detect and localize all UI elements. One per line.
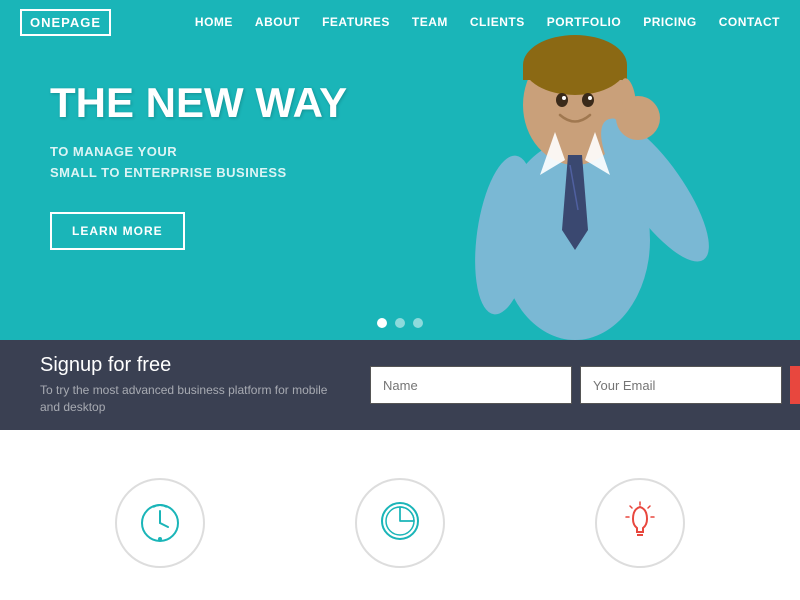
features-section [0, 430, 800, 596]
dot-1[interactable] [377, 318, 387, 328]
nav-team[interactable]: TEAM [412, 15, 448, 29]
bulb-icon [618, 499, 662, 548]
bulb-icon-circle [595, 478, 685, 568]
nav-clients[interactable]: CLIENTS [470, 15, 525, 29]
dot-3[interactable] [413, 318, 423, 328]
feature-clock [40, 478, 280, 568]
signup-button[interactable]: SIGNUP [790, 366, 800, 404]
email-input[interactable] [580, 366, 782, 404]
nav-about[interactable]: ABOUT [255, 15, 300, 29]
navbar: ONEPAGE HOME ABOUT FEATURES TEAM CLIENTS… [0, 0, 800, 44]
dot-2[interactable] [395, 318, 405, 328]
nav-home[interactable]: HOME [195, 15, 233, 29]
person-svg [400, 0, 720, 340]
hero-title: THE NEW WAY [50, 80, 347, 126]
nav-portfolio[interactable]: PORTFOLIO [547, 15, 622, 29]
logo-one: ONE [30, 15, 61, 30]
clock-icon [138, 501, 182, 545]
feature-chart [280, 478, 520, 568]
nav-features[interactable]: FEATURES [322, 15, 390, 29]
logo[interactable]: ONEPAGE [20, 9, 111, 36]
hero-subtitle: TO MANAGE YOUR SMALL TO ENTERPRISE BUSIN… [50, 142, 347, 184]
signup-section: Signup for free To try the most advanced… [0, 340, 800, 430]
feature-bulb [520, 478, 760, 568]
signup-title: Signup for free [40, 354, 340, 377]
hero-person-image [400, 0, 720, 340]
clock-icon-circle [115, 478, 205, 568]
chart-icon-circle [355, 478, 445, 568]
slider-dots [377, 318, 423, 328]
hero-content: THE NEW WAY TO MANAGE YOUR SMALL TO ENTE… [50, 80, 347, 250]
logo-page: PAGE [61, 15, 101, 30]
learn-more-button[interactable]: LEARN MORE [50, 212, 185, 250]
name-input[interactable] [370, 366, 572, 404]
nav-links: HOME ABOUT FEATURES TEAM CLIENTS PORTFOL… [195, 13, 780, 31]
hero-section: THE NEW WAY TO MANAGE YOUR SMALL TO ENTE… [0, 0, 800, 340]
signup-form: SIGNUP [370, 366, 800, 404]
nav-pricing[interactable]: PRICING [643, 15, 697, 29]
signup-text: Signup for free To try the most advanced… [40, 354, 340, 416]
chart-icon [378, 499, 422, 548]
nav-contact[interactable]: CONTACT [719, 15, 780, 29]
signup-description: To try the most advanced business platfo… [40, 382, 340, 416]
